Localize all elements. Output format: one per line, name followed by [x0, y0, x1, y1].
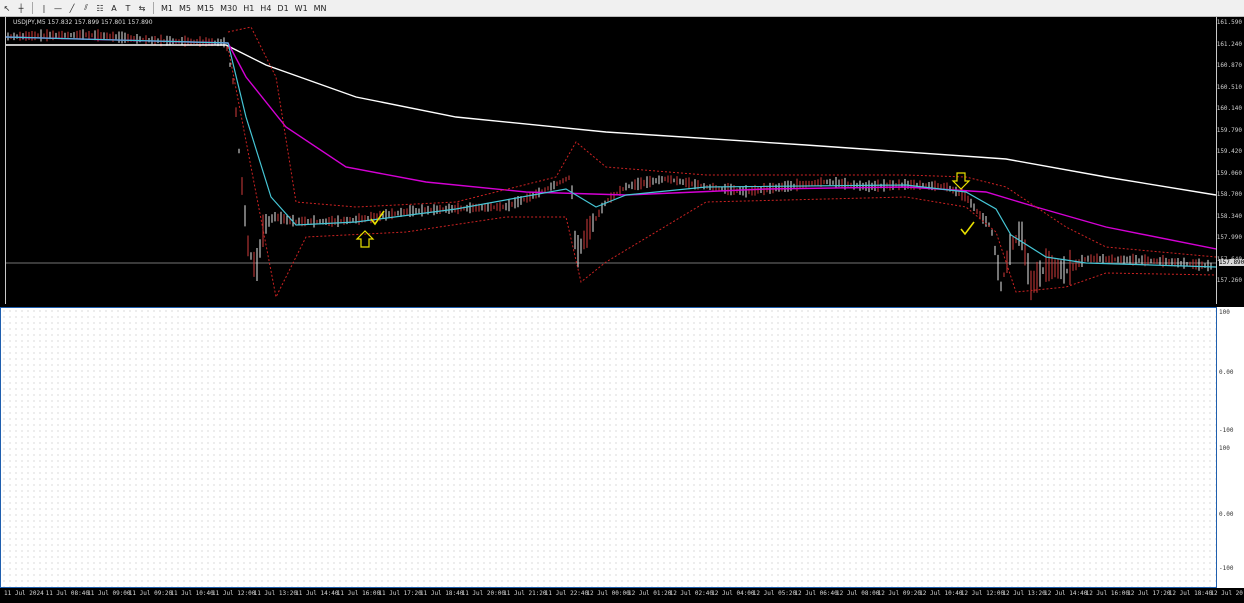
price-label: 161.590: [1216, 19, 1242, 26]
time-label: 11 Jul 13:20: [253, 590, 297, 597]
price-label: 157.260: [1216, 277, 1242, 284]
time-label: 12 Jul 12:00: [960, 590, 1005, 597]
main-chart-window[interactable]: USDJPY,M5 157.832 157.899 157.801 157.89…: [0, 17, 1244, 304]
indicator-axis-label: -100: [1219, 565, 1234, 572]
price-axis[interactable]: 161.590 161.240 160.870 160.510 160.140 159.7…: [1217, 17, 1244, 304]
indicator-axis-label: 0.00: [1219, 511, 1234, 518]
time-label: 11 Jul 14:40: [295, 590, 339, 597]
timeframe-h4-button[interactable]: H4: [257, 1, 274, 15]
time-label: 12 Jul 18:40: [1168, 590, 1213, 597]
crosshair-icon[interactable]: ┼: [14, 1, 28, 15]
time-label: 11 Jul 21:20: [503, 590, 547, 597]
ma-short-line: [6, 36, 1216, 268]
toolbar: ↖ ┼ | — ╱ ⫽ ☷ A T ⇆ M1 M5 M15 M30 H1 H4 D1 W1 MN: [0, 0, 1244, 17]
text-icon[interactable]: A: [107, 1, 121, 15]
timeframe-m30-button[interactable]: M30: [217, 1, 240, 15]
time-label: 11 Jul 20:00: [461, 590, 505, 597]
time-label: 12 Jul 20:00: [1210, 590, 1244, 597]
indicator-subwindow[interactable]: 100 0.00 -100 100 0.00 -100: [0, 307, 1244, 588]
time-label: 12 Jul 17:20: [1127, 590, 1171, 597]
time-label: 11 Jul 2024: [4, 590, 44, 597]
time-label: 11 Jul 08:40: [45, 590, 89, 597]
time-label: 11 Jul 10:40: [170, 590, 214, 597]
price-label: 159.420: [1216, 148, 1242, 155]
time-label: 12 Jul 09:20: [877, 590, 921, 597]
timeframe-mn-button[interactable]: MN: [311, 1, 330, 15]
price-label: 160.510: [1216, 83, 1242, 91]
time-label: 11 Jul 18:40: [420, 590, 464, 597]
indicator-axis: 100 0.00 -100 100 0.00 -100: [1217, 307, 1244, 588]
time-label: 11 Jul 09:20: [128, 590, 173, 597]
time-axis: 11 Jul 2024 11 Jul 08:40 11 Jul 09:00 11 Ju…: [0, 588, 1244, 603]
toolbar-separator: [153, 2, 154, 14]
timeframe-h1-button[interactable]: H1: [240, 1, 257, 15]
time-label: 11 Jul 22:40: [544, 590, 589, 597]
timeframe-m15-button[interactable]: M15: [194, 1, 217, 15]
indicator-axis-label: 100: [1219, 445, 1230, 452]
label-icon[interactable]: T: [121, 1, 135, 15]
ma-long-line: [6, 44, 1216, 196]
price-label: 160.870: [1216, 62, 1242, 69]
time-label: 12 Jul 02:40: [669, 590, 713, 597]
price-label: 159.790: [1216, 126, 1242, 134]
price-label: 160.140: [1216, 105, 1242, 112]
indicator-plot-area[interactable]: [0, 307, 1217, 588]
current-price-tag: 157.890: [1219, 259, 1244, 266]
time-label: 12 Jul 00:00: [586, 590, 630, 597]
time-label: 12 Jul 08:00: [836, 590, 880, 597]
time-label: 12 Jul 16:00: [1085, 590, 1129, 597]
check-mark-icon: [960, 221, 975, 236]
buy-arrow-icon: [355, 230, 375, 248]
toolbar-separator: [32, 2, 33, 14]
time-label: 12 Jul 10:40: [919, 590, 963, 597]
timeframe-w1-button[interactable]: W1: [292, 1, 311, 15]
time-label: 11 Jul 17:20: [378, 590, 422, 597]
indicator-axis-label: 100: [1219, 309, 1230, 316]
sell-arrow-icon: [951, 172, 971, 190]
time-label: 12 Jul 04:00: [711, 590, 755, 597]
time-label: 12 Jul 01:20: [628, 590, 672, 597]
indicator-axis-label: 0.00: [1219, 369, 1234, 376]
price-label: 158.340: [1216, 212, 1242, 220]
trendline-icon[interactable]: ╱: [65, 1, 79, 15]
horizontal-line-icon[interactable]: —: [51, 1, 65, 15]
time-label: 12 Jul 05:20: [752, 590, 797, 597]
time-label: 11 Jul 16:00: [336, 590, 381, 597]
price-label: 158.700: [1216, 191, 1242, 198]
main-plot-area[interactable]: USDJPY,M5 157.832 157.899 157.801 157.89…: [5, 17, 1217, 304]
price-label: 159.060: [1216, 169, 1242, 177]
indicator-axis-label: -100: [1219, 427, 1234, 434]
price-label: 161.240: [1216, 40, 1242, 48]
timeframe-d1-button[interactable]: D1: [274, 1, 291, 15]
timeframe-m1-button[interactable]: M1: [158, 1, 176, 15]
timeframe-m5-button[interactable]: M5: [176, 1, 194, 15]
time-label: 11 Jul 09:00: [87, 590, 131, 597]
ma-medium-line: [6, 36, 1216, 250]
price-chart-svg: [6, 26, 1216, 301]
time-label: 12 Jul 14:40: [1044, 590, 1088, 597]
fibonacci-icon[interactable]: ☷: [93, 1, 107, 15]
price-label: 157.990: [1216, 234, 1242, 241]
time-label: 12 Jul 13:20: [1002, 590, 1046, 597]
time-label: 12 Jul 06:40: [794, 590, 838, 597]
time-label: 11 Jul 12:00: [212, 590, 256, 597]
cursor-icon[interactable]: ↖: [0, 1, 14, 15]
vertical-line-icon[interactable]: |: [37, 1, 51, 15]
chart-symbol-header: USDJPY,M5 157.832 157.899 157.801 157.89…: [13, 19, 153, 26]
shapes-icon[interactable]: ⇆: [135, 1, 149, 15]
channel-icon[interactable]: ⫽: [79, 1, 93, 15]
